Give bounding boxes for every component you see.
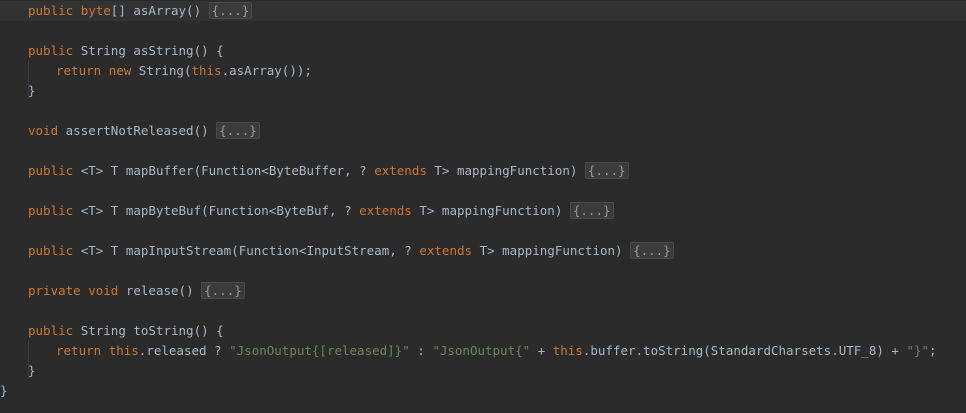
code-token: T> mappingFunction) bbox=[419, 203, 570, 218]
keyword-token: private bbox=[28, 283, 89, 298]
code-token: } bbox=[0, 383, 8, 398]
keyword-token: void bbox=[28, 123, 66, 138]
folded-code-block[interactable]: {...} bbox=[208, 2, 253, 19]
string-literal-token: "}" bbox=[906, 343, 930, 358]
keyword-token: byte bbox=[80, 3, 111, 18]
keyword-token: extends bbox=[374, 163, 435, 178]
code-token: <T> T mapByteBuf(Function<ByteBuf, ? bbox=[80, 203, 360, 218]
folded-code-block[interactable]: {...} bbox=[216, 122, 260, 139]
string-literal-token: "JsonOutput{[released]}" bbox=[229, 343, 410, 358]
code-line[interactable]: public String toString() { bbox=[0, 321, 966, 341]
keyword-token: return bbox=[56, 63, 109, 78]
code-line[interactable] bbox=[0, 101, 966, 121]
folded-code-block[interactable]: {...} bbox=[569, 202, 614, 219]
keyword-token: public bbox=[28, 3, 81, 18]
keyword-token: void bbox=[88, 283, 126, 298]
code-token: String( bbox=[138, 63, 192, 78]
code-line[interactable]: return new String(this.asArray()); bbox=[0, 61, 966, 81]
code-token: .buffer.toString(StandardCharsets.UTF_8)… bbox=[582, 343, 907, 358]
keyword-token: return bbox=[56, 343, 109, 358]
code-token: T> mappingFunction) bbox=[479, 243, 631, 258]
code-token: : bbox=[409, 343, 433, 358]
keyword-token: this bbox=[552, 343, 583, 358]
code-token: + bbox=[530, 343, 553, 358]
code-line[interactable]: public String asString() { bbox=[0, 41, 966, 61]
code-line[interactable] bbox=[0, 21, 966, 41]
code-line[interactable] bbox=[0, 261, 966, 281]
code-line-current[interactable]: public byte[] asArray() {...} bbox=[0, 1, 966, 21]
code-token: String asString() { bbox=[80, 43, 224, 58]
code-token: <T> T mapInputStream(Function<InputStrea… bbox=[80, 243, 420, 258]
code-token: T> mappingFunction) bbox=[434, 163, 585, 178]
keyword-token: this bbox=[108, 343, 139, 358]
code-line[interactable]: public <T> T mapBuffer(Function<ByteBuff… bbox=[0, 161, 966, 181]
code-line[interactable] bbox=[0, 141, 966, 161]
code-line[interactable]: public <T> T mapByteBuf(Function<ByteBuf… bbox=[0, 201, 966, 221]
folded-code-block[interactable]: {...} bbox=[584, 162, 629, 179]
code-line[interactable]: void assertNotReleased() {...} bbox=[0, 121, 966, 141]
code-token: <T> T mapBuffer(Function<ByteBuffer, ? bbox=[80, 163, 375, 178]
folded-code-block[interactable]: {...} bbox=[201, 282, 245, 299]
code-line[interactable] bbox=[0, 181, 966, 201]
keyword-token: this bbox=[191, 63, 222, 78]
code-line[interactable] bbox=[0, 301, 966, 321]
code-token: assertNotReleased() bbox=[65, 123, 217, 138]
keyword-token: public bbox=[28, 203, 81, 218]
keyword-token: extends bbox=[359, 203, 420, 218]
code-token: ; bbox=[929, 343, 937, 358]
code-token: String toString() { bbox=[80, 323, 224, 338]
keyword-token: public bbox=[28, 163, 81, 178]
keyword-token: public bbox=[28, 323, 81, 338]
code-token: } bbox=[28, 83, 36, 98]
code-line[interactable] bbox=[0, 221, 966, 241]
code-line[interactable]: private void release() {...} bbox=[0, 281, 966, 301]
folded-code-block[interactable]: {...} bbox=[630, 242, 674, 259]
code-line[interactable]: } bbox=[0, 81, 966, 101]
code-token: } bbox=[28, 363, 36, 378]
code-editor[interactable]: public byte[] asArray() {...} public Stri… bbox=[0, 0, 966, 413]
code-token: release() bbox=[125, 283, 202, 298]
keyword-token: extends bbox=[419, 243, 480, 258]
code-line[interactable]: } bbox=[0, 361, 966, 381]
code-line[interactable]: } bbox=[0, 381, 966, 401]
keyword-token: public bbox=[28, 43, 81, 58]
code-line[interactable]: return this.released ? "JsonOutput{[rele… bbox=[0, 341, 966, 361]
code-line[interactable]: public <T> T mapInputStream(Function<Inp… bbox=[0, 241, 966, 261]
code-token: .asArray()); bbox=[221, 63, 312, 78]
string-literal-token: "JsonOutput{" bbox=[432, 343, 531, 358]
keyword-token: new bbox=[108, 63, 139, 78]
code-token: .released ? bbox=[138, 343, 230, 358]
code-token: [] asArray() bbox=[110, 3, 209, 18]
keyword-token: public bbox=[28, 243, 81, 258]
